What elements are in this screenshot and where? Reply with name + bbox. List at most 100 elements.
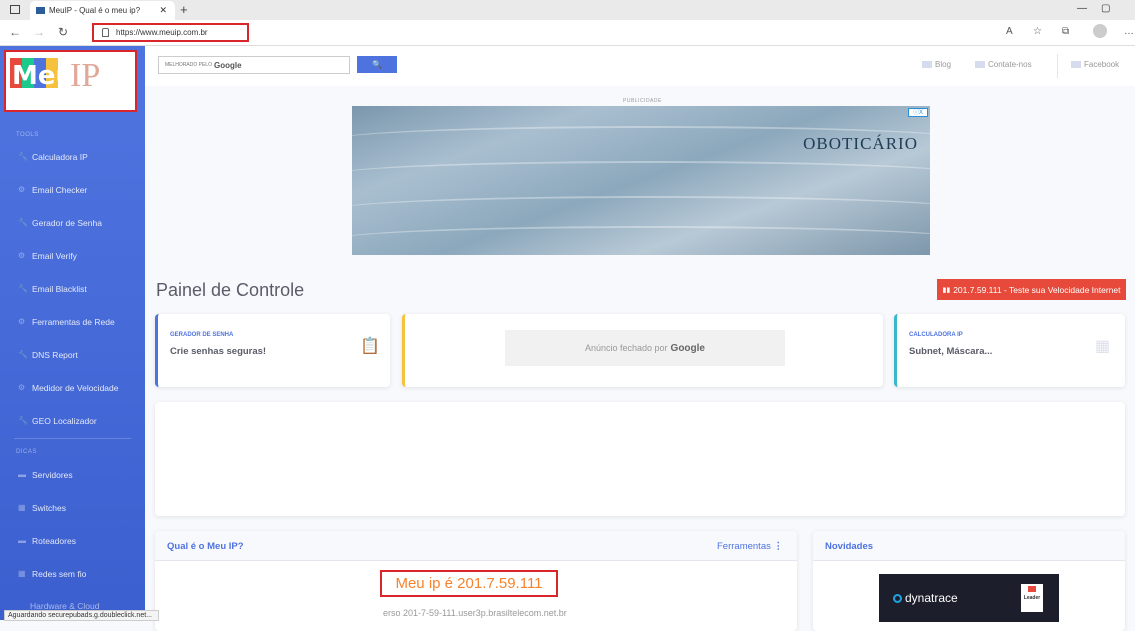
close-tab-icon[interactable]: ✕ bbox=[159, 5, 167, 16]
address-bar-row: ← → ↻ https://www.meuip.com.br A ☆ ⧉ … bbox=[0, 20, 1135, 46]
restore-icon[interactable]: ▢ bbox=[1101, 3, 1110, 14]
wrench-icon: 🔧 bbox=[18, 152, 28, 161]
svg-text:Meu: Meu bbox=[12, 61, 74, 91]
folder-icon: ▬ bbox=[18, 536, 26, 545]
sidebar-item-redes-sem-fio[interactable]: ▦ Redes sem fio bbox=[18, 569, 86, 579]
ad-wave bbox=[352, 196, 930, 224]
read-aloud-icon[interactable]: A bbox=[1006, 26, 1013, 37]
dynatrace-ad[interactable]: dynatrace Leader bbox=[879, 574, 1059, 622]
topbar-divider bbox=[1057, 54, 1058, 78]
my-ip-heading: Qual é o Meu IP? bbox=[167, 541, 244, 552]
clipboard-icon: 📋 bbox=[360, 338, 380, 355]
new-tab-button[interactable]: + bbox=[180, 2, 188, 17]
browser-tab-bar: MeuIP - Qual é o meu ip? ✕ + — ▢ bbox=[0, 0, 1135, 20]
cog-icon: ⚙ bbox=[18, 317, 26, 326]
tab-title: MeuIP - Qual é o meu ip? bbox=[49, 6, 141, 15]
reverse-dns: erso 201-7-59-111.user3p.brasiltelecom.n… bbox=[383, 608, 567, 618]
cog-icon: ⚙ bbox=[18, 383, 26, 392]
empty-ad-card bbox=[155, 402, 1125, 516]
tools-heading: TOOLS bbox=[16, 132, 39, 138]
news-panel-header: Novidades bbox=[813, 531, 1125, 561]
sidebar-item-calculadora-ip[interactable]: 🔧 Calculadora IP bbox=[18, 152, 88, 162]
sidebar-item-ferramentas-de-rede[interactable]: ⚙ Ferramentas de Rede bbox=[18, 317, 115, 327]
card-value: Crie senhas seguras! bbox=[170, 346, 267, 357]
url-text: https://www.meuip.com.br bbox=[116, 28, 208, 37]
dynatrace-icon bbox=[893, 593, 902, 603]
ad-brand: OBOTICÁRIO bbox=[803, 134, 918, 153]
svg-text:IP: IP bbox=[70, 57, 100, 91]
sidebar-item-meu-ip[interactable]: Meu IP bbox=[16, 98, 58, 108]
news-heading: Novidades bbox=[825, 541, 874, 552]
speed-test-button[interactable]: ▮▮ 201.7.59.111 - Teste sua Velocidade I… bbox=[937, 279, 1126, 300]
sidebar: Meu IP Meu IP TOOLS 🔧 Calculadora IP ⚙ Emai… bbox=[0, 46, 145, 620]
minimize-icon[interactable]: — bbox=[1077, 3, 1087, 14]
wrench-icon: 🔧 bbox=[18, 350, 28, 359]
more-menu-icon[interactable]: … bbox=[1124, 26, 1134, 37]
ip-calculator-card[interactable]: CALCULADORA IP Subnet, Máscara... ▦ bbox=[894, 314, 1125, 387]
forward-icon: → bbox=[33, 25, 45, 39]
sidebar-item-switches[interactable]: ▦ Switches bbox=[18, 503, 66, 513]
sidebar-item-servidores[interactable]: ▬ Servidores bbox=[18, 470, 73, 480]
favicon-icon bbox=[36, 7, 45, 14]
google-search-input[interactable]: MELHORADO PELO Google bbox=[158, 56, 350, 74]
wrench-icon: 🔧 bbox=[18, 416, 28, 425]
dashboard-icon bbox=[16, 99, 24, 107]
ad-closed-card: Anúncio fechado por Google bbox=[402, 314, 883, 387]
ad-wave bbox=[352, 161, 930, 189]
sidebar-item-email-verify[interactable]: ⚙ Email Verify bbox=[18, 251, 77, 261]
sidebar-item-dns-report[interactable]: 🔧 DNS Report bbox=[18, 350, 78, 360]
sidebar-divider bbox=[14, 438, 131, 439]
calendar-icon: ▦ bbox=[1095, 338, 1111, 355]
page-title: Painel de Controle bbox=[156, 280, 305, 300]
password-generator-card[interactable]: GERADOR DE SENHA Crie senhas seguras! 📋 bbox=[155, 314, 390, 387]
ad-banner[interactable]: OBOTICÁRIO ⓘX bbox=[352, 106, 930, 255]
blog-icon bbox=[922, 61, 932, 68]
tab-actions-icon[interactable] bbox=[10, 5, 20, 14]
tips-heading: DICAS bbox=[16, 449, 37, 455]
lock-icon bbox=[102, 28, 109, 37]
adchoices-icon[interactable]: ⓘX bbox=[908, 108, 928, 117]
favorite-icon[interactable]: ☆ bbox=[1033, 26, 1042, 37]
my-ip-value: Meu ip é 201.7.59.111 bbox=[380, 570, 558, 597]
reload-icon[interactable]: ↻ bbox=[58, 25, 68, 39]
table-icon: ▦ bbox=[18, 503, 26, 512]
facebook-icon bbox=[1071, 61, 1081, 68]
browser-status-bar: Aguardando securepubads.g.doubleclick.ne… bbox=[4, 610, 159, 621]
my-ip-panel-header: Qual é o Meu IP? Ferramentas ⋮ bbox=[155, 531, 797, 561]
folder-icon: ▬ bbox=[18, 470, 26, 479]
kebab-icon: ⋮ bbox=[773, 541, 784, 552]
profile-avatar[interactable] bbox=[1093, 24, 1107, 38]
table-icon: ▦ bbox=[18, 569, 26, 578]
card-value: Subnet, Máscara... bbox=[909, 346, 993, 357]
card-kicker: GERADOR DE SENHA bbox=[170, 332, 234, 338]
news-panel: Novidades dynatrace Leader bbox=[813, 531, 1125, 631]
contact-icon bbox=[975, 61, 985, 68]
sidebar-item-gerador-de-senha[interactable]: 🔧 Gerador de Senha bbox=[18, 218, 102, 228]
cog-icon: ⚙ bbox=[18, 251, 26, 260]
my-ip-panel: Qual é o Meu IP? Ferramentas ⋮ Meu ip é … bbox=[155, 531, 797, 631]
blog-link[interactable]: Blog bbox=[922, 60, 951, 69]
tools-dropdown[interactable]: Ferramentas ⋮ bbox=[717, 541, 783, 552]
card-kicker: CALCULADORA IP bbox=[909, 332, 963, 338]
contact-link[interactable]: Contate-nos bbox=[975, 60, 1032, 69]
url-field[interactable]: https://www.meuip.com.br bbox=[92, 23, 249, 42]
ad-wave bbox=[352, 226, 930, 254]
cog-icon: ⚙ bbox=[18, 185, 26, 194]
back-icon[interactable]: ← bbox=[9, 25, 21, 39]
logo-highlight[interactable]: Meu IP Meu IP bbox=[4, 50, 137, 112]
sidebar-item-geo-localizador[interactable]: 🔧 GEO Localizador bbox=[18, 416, 97, 426]
collections-icon[interactable]: ⧉ bbox=[1062, 26, 1069, 37]
ad-label: PUBLICIDADE bbox=[623, 98, 662, 104]
leader-badge: Leader bbox=[1021, 584, 1043, 612]
sidebar-item-email-blacklist[interactable]: 🔧 Email Blacklist bbox=[18, 284, 87, 294]
chart-icon: ▮▮ bbox=[942, 286, 951, 294]
meuip-logo: Meu IP bbox=[10, 57, 100, 91]
browser-tab[interactable]: MeuIP - Qual é o meu ip? ✕ bbox=[30, 1, 175, 20]
sidebar-item-medidor-de-velocidade[interactable]: ⚙ Medidor de Velocidade bbox=[18, 383, 118, 393]
ad-closed-box: Anúncio fechado por Google bbox=[505, 330, 785, 366]
facebook-link[interactable]: Facebook bbox=[1071, 60, 1119, 69]
topbar: MELHORADO PELO Google 🔍 Blog Contate-nos… bbox=[145, 46, 1135, 86]
sidebar-item-roteadores[interactable]: ▬ Roteadores bbox=[18, 536, 76, 546]
sidebar-item-email-checker[interactable]: ⚙ Email Checker bbox=[18, 185, 87, 195]
search-button[interactable]: 🔍 bbox=[357, 56, 397, 73]
